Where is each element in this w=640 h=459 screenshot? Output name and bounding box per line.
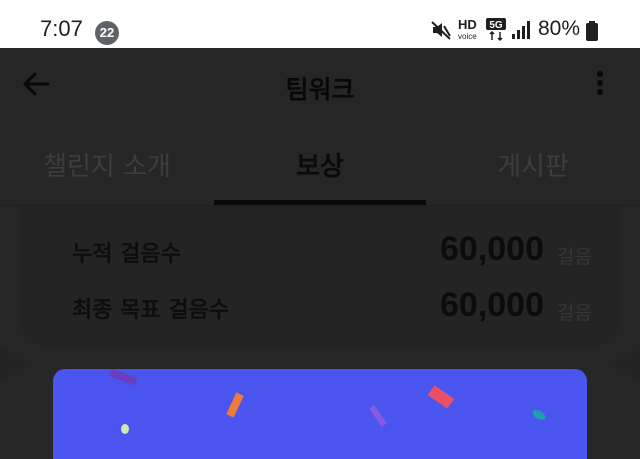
- hd-sub-label: voice: [458, 32, 477, 41]
- network-5g-icon: 5G: [486, 18, 506, 46]
- status-time: 7:07: [40, 16, 83, 41]
- battery-icon: [586, 21, 598, 45]
- steps-summary-card: 누적 걸음수 60,000 걸음 최종 목표 걸음수 60,000 걸음: [20, 206, 620, 346]
- accumulated-steps-label: 누적 걸음수: [72, 242, 181, 267]
- accumulated-steps-unit: 걸음: [557, 246, 592, 268]
- card-notch-left: [0, 344, 28, 384]
- more-vertical-icon-dot: [597, 89, 603, 95]
- more-menu-button[interactable]: [586, 68, 614, 100]
- goal-steps-row: 최종 목표 걸음수 60,000 걸음: [72, 286, 592, 326]
- tab-challenge-intro[interactable]: 챌린지 소개: [0, 146, 214, 183]
- hd-voice-icon: HD voice: [458, 17, 477, 43]
- signal-icon: [512, 21, 532, 43]
- tab-reward[interactable]: 보상: [214, 146, 426, 183]
- card-notch-right: [612, 344, 640, 384]
- hd-label: HD: [458, 17, 477, 32]
- network-label: 5G: [489, 20, 503, 31]
- notification-count-badge: 22: [95, 21, 119, 45]
- accumulated-steps-row: 누적 걸음수 60,000 걸음: [72, 230, 592, 270]
- more-vertical-icon-dot: [597, 80, 603, 86]
- reward-content: 누적 걸음수 60,000 걸음 최종 목표 걸음수 60,000 걸음: [0, 206, 640, 459]
- app-bar: 팀워크: [0, 48, 640, 120]
- goal-steps-label: 최종 목표 걸음수: [72, 298, 229, 323]
- status-bar: 7:07 22 HD voice 5G 80%: [0, 0, 640, 48]
- more-vertical-icon: [597, 71, 603, 77]
- tab-bar: 챌린지 소개 보상 게시판: [0, 120, 640, 206]
- goal-steps-value: 60,000: [440, 286, 544, 324]
- goal-steps-unit: 걸음: [557, 302, 592, 324]
- tab-board[interactable]: 게시판: [426, 146, 640, 183]
- confetti-icon: [108, 369, 546, 434]
- battery-percent: 80%: [538, 17, 581, 40]
- reward-banner[interactable]: [53, 369, 587, 459]
- accumulated-steps-value: 60,000: [440, 230, 544, 268]
- page-title: 팀워크: [285, 75, 355, 104]
- mute-icon: [430, 20, 452, 44]
